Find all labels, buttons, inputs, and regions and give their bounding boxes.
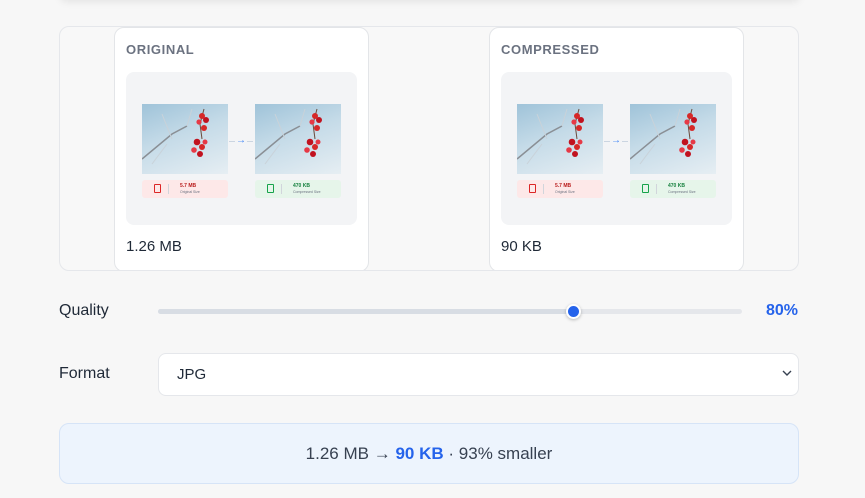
before-size-chip: 5.7 MB Original Size <box>517 180 603 198</box>
after-size-value: 470 KB <box>668 183 685 189</box>
file-icon <box>529 184 536 193</box>
format-select[interactable]: JPG <box>158 353 799 396</box>
after-size-caption: Compressed Size <box>668 190 696 194</box>
file-icon <box>154 184 161 193</box>
compression-summary: 1.26 MB → 90 KB · 93% smaller <box>59 423 799 484</box>
thumb-after-photo <box>255 104 341 174</box>
connector-dash <box>247 141 253 142</box>
original-label: ORIGINAL <box>126 42 195 57</box>
before-size-value: 5.7 MB <box>180 183 197 189</box>
original-thumbnail: → 5.7 MB Original Size 470 KB Compressed… <box>126 72 357 225</box>
after-size-value: 470 KB <box>293 183 310 189</box>
quality-slider[interactable] <box>158 304 742 319</box>
compressed-thumbnail: → 5.7 MB Original Size 470 KB Compressed… <box>501 72 732 225</box>
after-size-chip: 470 KB Compressed Size <box>255 180 341 198</box>
compressed-label: COMPRESSED <box>501 42 600 57</box>
summary-separator: · <box>448 444 455 463</box>
quality-slider-handle[interactable] <box>565 304 581 319</box>
before-size-value: 5.7 MB <box>555 183 572 189</box>
thumb-after-photo <box>630 104 716 174</box>
chip-divider <box>168 184 169 194</box>
summary-to-size: 90 KB <box>395 444 444 463</box>
chevron-down-icon <box>781 367 793 382</box>
summary-reduction: 93% smaller <box>458 444 553 463</box>
thumb-before-photo <box>517 104 603 174</box>
thumb-before-photo <box>142 104 228 174</box>
chip-divider <box>543 184 544 194</box>
compressed-preview-card: COMPRESSED → 5.7 MB Original Size 470 KB… <box>489 27 744 270</box>
connector-dash <box>622 141 628 142</box>
after-size-caption: Compressed Size <box>293 190 321 194</box>
chip-divider <box>656 184 657 194</box>
file-icon <box>267 184 274 193</box>
format-selected-value: JPG <box>177 366 207 383</box>
before-size-chip: 5.7 MB Original Size <box>142 180 228 198</box>
chip-divider <box>281 184 282 194</box>
compressed-size: 90 KB <box>501 238 542 255</box>
quality-value: 80% <box>765 302 798 319</box>
before-size-caption: Original Size <box>180 190 200 194</box>
after-size-chip: 470 KB Compressed Size <box>630 180 716 198</box>
quality-label: Quality <box>59 302 109 319</box>
before-size-caption: Original Size <box>555 190 575 194</box>
quality-slider-fill <box>158 309 573 314</box>
summary-from-size: 1.26 MB <box>305 444 369 463</box>
original-preview-card: ORIGINAL → 5.7 MB Original Size 470 KB C… <box>114 27 369 270</box>
summary-arrow: → <box>373 444 391 463</box>
original-size: 1.26 MB <box>126 238 182 255</box>
preview-panel: ORIGINAL → 5.7 MB Original Size 470 KB C… <box>59 26 799 271</box>
file-icon <box>642 184 649 193</box>
format-label: Format <box>59 365 110 382</box>
